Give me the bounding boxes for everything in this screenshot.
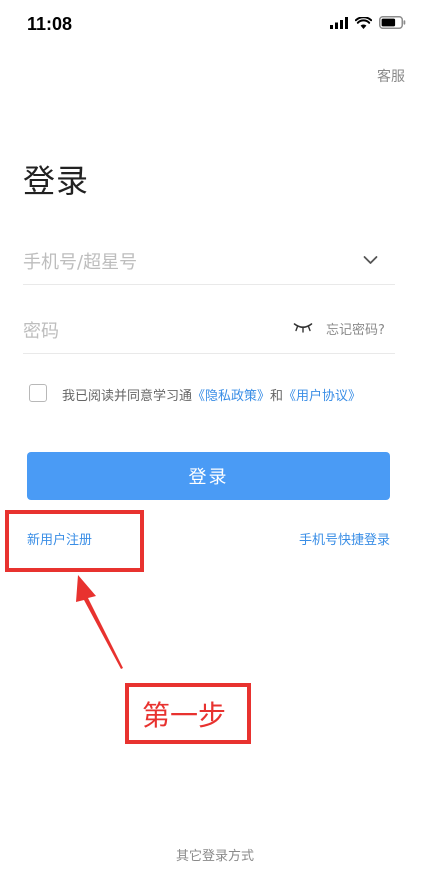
annotation-arrow	[76, 575, 123, 669]
annotation-step-label: 第一步	[142, 699, 227, 732]
consent-prefix: 我已阅读并同意学习通	[62, 389, 193, 404]
chevron-down-icon[interactable]	[363, 255, 378, 265]
status-time: 11:08	[27, 14, 73, 34]
agreement-checkbox[interactable]	[29, 384, 47, 402]
password-input[interactable]: 密码	[23, 317, 59, 343]
consent-conjunction: 和	[270, 389, 284, 404]
status-icons	[330, 16, 406, 29]
user-agreement-link[interactable]: 《用户协议》	[283, 389, 361, 404]
signal-icon	[330, 16, 348, 29]
login-button[interactable]: 登录	[27, 452, 390, 500]
battery-icon	[379, 16, 406, 29]
phone-quick-login-link[interactable]: 手机号快捷登录	[299, 529, 390, 548]
forgot-password-link[interactable]: 忘记密码?	[326, 319, 385, 338]
phone-input[interactable]: 手机号/超星号	[23, 248, 137, 274]
other-login-methods-link[interactable]: 其它登录方式	[0, 845, 430, 864]
wifi-icon	[355, 16, 372, 29]
password-field-divider	[23, 353, 395, 354]
customer-service-link[interactable]: 客服	[377, 66, 405, 86]
privacy-policy-link[interactable]: 《隐私政策》	[192, 389, 270, 404]
eye-closed-icon[interactable]	[293, 321, 313, 333]
page-title: 登录	[23, 162, 90, 200]
annotation-highlight-box	[5, 510, 144, 572]
consent-text: 我已阅读并同意学习通《隐私政策》和《用户协议》	[62, 385, 361, 404]
phone-field-divider	[23, 284, 395, 285]
